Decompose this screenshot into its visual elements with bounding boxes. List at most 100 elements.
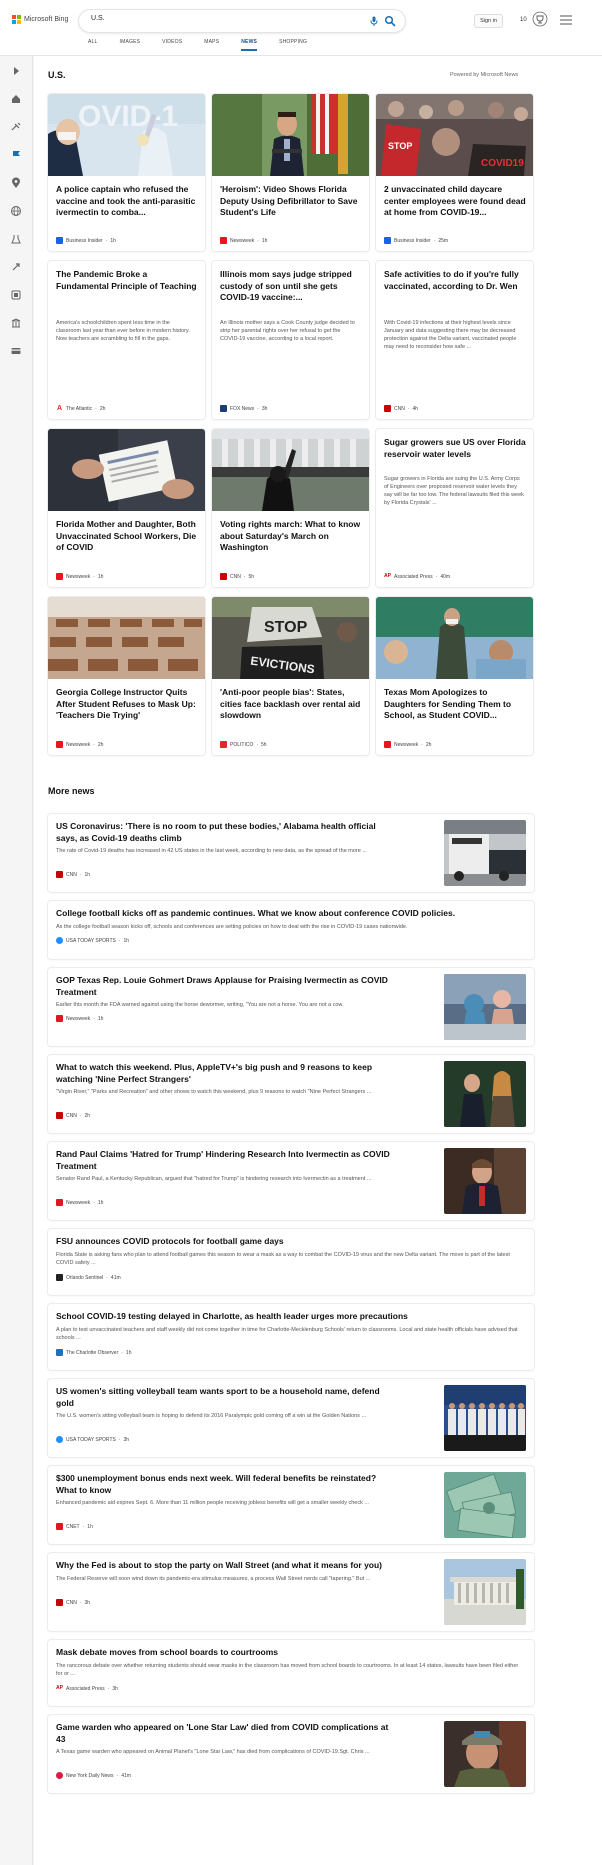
news-card[interactable]: OVID-1 A police captain who refused the … xyxy=(48,94,205,251)
card-snippet: With Covid-19 infections at their highes… xyxy=(384,320,517,350)
more-news-item[interactable]: Game warden who appeared on 'Lone Star L… xyxy=(48,1715,534,1793)
news-card[interactable]: STOP COVID19 2 unvaccinated child daycar… xyxy=(376,94,533,251)
more-news-item[interactable]: What to watch this weekend. Plus, AppleT… xyxy=(48,1055,534,1133)
card-title[interactable]: Illinois mom says judge stripped custody… xyxy=(220,269,362,304)
more-news-title-link[interactable]: Game warden who appeared on 'Lone Star L… xyxy=(56,1722,396,1745)
card-snippet: An Illinois mother says a Cook County ju… xyxy=(220,320,355,342)
more-news-title-link[interactable]: US women's sitting volleyball team wants… xyxy=(56,1386,396,1409)
card-title[interactable]: Florida Mother and Daughter, Both Unvacc… xyxy=(56,519,198,554)
news-card[interactable]: Safe activities to do if you're fully va… xyxy=(376,261,533,419)
news-card[interactable]: STOP EVICTIONS 'Anti-poor people bias': … xyxy=(212,597,369,755)
source-time: 3h xyxy=(261,405,268,412)
card-source: CNN · 4h xyxy=(384,405,418,412)
card-title[interactable]: 'Heroism': Video Shows Florida Deputy Us… xyxy=(220,184,362,219)
rewards-trophy-icon[interactable] xyxy=(532,11,548,27)
more-news-item[interactable]: FSU announces COVID protocols for footba… xyxy=(48,1229,534,1295)
more-news-item[interactable]: Why the Fed is about to stop the party o… xyxy=(48,1553,534,1631)
card-title[interactable]: Georgia College Instructor Quits After S… xyxy=(56,687,198,722)
expand-icon[interactable] xyxy=(10,65,22,77)
news-card[interactable]: Florida Mother and Daughter, Both Unvacc… xyxy=(48,429,205,587)
more-news-title-link[interactable]: US Coronavirus: 'There is no room to put… xyxy=(56,821,396,844)
search-input[interactable] xyxy=(91,15,341,22)
news-card[interactable]: Illinois mom says judge stripped custody… xyxy=(212,261,369,419)
more-news-snippet: Senator Rand Paul, a Kentucky Republican… xyxy=(56,1176,372,1182)
more-news-snippet: "Virgin River," "Parks and Recreation" a… xyxy=(56,1089,372,1095)
more-news-item[interactable]: College football kicks off as pandemic c… xyxy=(48,901,534,959)
globe-icon[interactable] xyxy=(10,205,22,217)
more-news-title-link[interactable]: Rand Paul Claims 'Hatred for Trump' Hind… xyxy=(56,1149,396,1172)
more-news-title-link[interactable]: College football kicks off as pandemic c… xyxy=(56,908,526,920)
news-card[interactable]: The Pandemic Broke a Fundamental Princip… xyxy=(48,261,205,419)
news-card[interactable]: Georgia College Instructor Quits After S… xyxy=(48,597,205,755)
news-card[interactable]: Voting rights march: What to know about … xyxy=(212,429,369,587)
card-title[interactable]: Voting rights march: What to know about … xyxy=(220,519,362,554)
cnn-logo-icon xyxy=(56,1599,63,1606)
more-news-title-link[interactable]: School COVID-19 testing delayed in Charl… xyxy=(56,1311,526,1323)
entertainment-icon[interactable] xyxy=(10,289,22,301)
source-time: 3h xyxy=(112,1685,118,1692)
source-time: 3h xyxy=(123,1436,130,1443)
news-card[interactable]: 'Heroism': Video Shows Florida Deputy Us… xyxy=(212,94,369,251)
rocket-icon[interactable] xyxy=(10,261,22,273)
bing-logo[interactable]: Microsoft Bing xyxy=(12,15,68,24)
source-time: 1h xyxy=(125,1349,132,1356)
newsweek-logo-icon xyxy=(384,741,391,748)
source-name: Associated Press xyxy=(394,573,433,580)
tab-maps[interactable]: MAPS xyxy=(204,39,219,51)
more-news-title-link[interactable]: Mask debate moves from school boards to … xyxy=(56,1647,526,1659)
card-title[interactable]: Sugar growers sue US over Florida reserv… xyxy=(384,437,526,460)
tab-all[interactable]: ALL xyxy=(88,39,98,51)
card-title[interactable]: 2 unvaccinated child daycare center empl… xyxy=(384,184,526,219)
more-news-item[interactable]: US Coronavirus: 'There is no room to put… xyxy=(48,814,534,892)
microphone-icon[interactable] xyxy=(368,15,380,27)
hamburger-menu-icon[interactable] xyxy=(560,15,572,25)
tab-images[interactable]: IMAGES xyxy=(120,39,141,51)
source-time: 1h xyxy=(97,573,104,580)
card-title[interactable]: A police captain who refused the vaccine… xyxy=(56,184,198,219)
card-title[interactable]: Safe activities to do if you're fully va… xyxy=(384,269,526,292)
source-name: Newsweek xyxy=(394,741,419,748)
tab-videos[interactable]: VIDEOS xyxy=(162,39,182,51)
rewards-count[interactable]: 10 xyxy=(520,17,527,23)
more-news-item[interactable]: Rand Paul Claims 'Hatred for Trump' Hind… xyxy=(48,1142,534,1220)
more-news-source: USA TODAY SPORTS · 1h xyxy=(56,937,129,944)
news-card[interactable]: Sugar growers sue US over Florida reserv… xyxy=(376,429,533,587)
the-atlantic-logo-icon: A xyxy=(56,405,63,412)
news-card[interactable]: Texas Mom Apologizes to Daughters for Se… xyxy=(376,597,533,755)
more-news-title-link[interactable]: FSU announces COVID protocols for footba… xyxy=(56,1236,526,1248)
more-news-source: Orlando Sentinel · 41m xyxy=(56,1274,121,1281)
section-title: U.S. xyxy=(48,70,66,80)
more-news-snippet: The U.S. women's sitting volleyball team… xyxy=(56,1413,367,1419)
search-icon[interactable] xyxy=(384,15,396,27)
press-conference-photo xyxy=(212,94,369,176)
orlando-sentinel-logo-icon xyxy=(56,1274,63,1281)
flag-icon[interactable] xyxy=(10,149,22,161)
scitech-icon[interactable] xyxy=(10,121,22,133)
more-news-title-link[interactable]: Why the Fed is about to stop the party o… xyxy=(56,1560,396,1572)
more-news-item[interactable]: $300 unemployment bonus ends next week. … xyxy=(48,1466,534,1544)
more-news-item[interactable]: Mask debate moves from school boards to … xyxy=(48,1640,534,1706)
source-time: 1h xyxy=(261,237,268,244)
card-title[interactable]: Texas Mom Apologizes to Daughters for Se… xyxy=(384,687,526,722)
business-icon[interactable] xyxy=(10,317,22,329)
sign-in-button[interactable]: Sign in xyxy=(474,14,503,28)
march-photo xyxy=(212,429,369,511)
card-title[interactable]: 'Anti-poor people bias': States, cities … xyxy=(220,687,362,722)
tab-shopping[interactable]: SHOPPING xyxy=(279,39,307,51)
search-box[interactable] xyxy=(79,10,405,32)
more-news-item[interactable]: GOP Texas Rep. Louie Gohmert Draws Appla… xyxy=(48,968,534,1046)
card-source: A The Atlantic · 2h xyxy=(56,405,106,412)
location-icon[interactable] xyxy=(10,177,22,189)
more-news-item[interactable]: US women's sitting volleyball team wants… xyxy=(48,1379,534,1457)
svg-text:COVID19: COVID19 xyxy=(481,158,524,169)
more-news-title-link[interactable]: $300 unemployment bonus ends next week. … xyxy=(56,1473,396,1496)
card-title[interactable]: The Pandemic Broke a Fundamental Princip… xyxy=(56,269,198,292)
more-news-title-link[interactable]: GOP Texas Rep. Louie Gohmert Draws Appla… xyxy=(56,975,396,998)
card-icon[interactable] xyxy=(10,345,22,357)
tab-news[interactable]: NEWS xyxy=(241,39,258,51)
more-news-item[interactable]: School COVID-19 testing delayed in Charl… xyxy=(48,1304,534,1370)
home-icon[interactable] xyxy=(10,93,22,105)
more-news-title-link[interactable]: What to watch this weekend. Plus, AppleT… xyxy=(56,1062,396,1085)
source-time: 25m xyxy=(438,237,449,244)
science-icon[interactable] xyxy=(10,233,22,245)
